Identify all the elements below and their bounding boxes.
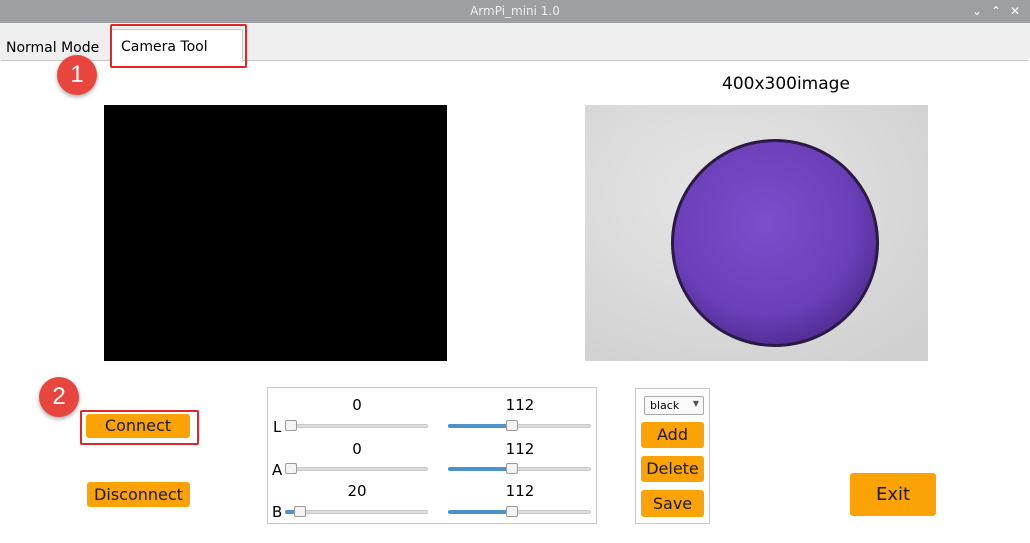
delete-button[interactable]: Delete [641,456,704,482]
maximize-icon[interactable]: ⌃ [989,3,1003,19]
save-button[interactable]: Save [641,490,704,517]
preview-image [585,105,928,361]
l-min-slider-handle[interactable] [285,420,297,431]
color-select-value: black [650,399,680,412]
step-2-badge: 2 [39,377,79,417]
preview-title: 400x300image [722,74,850,94]
l-max-slider-fill [448,424,508,428]
camera-tool-highlight [110,24,247,68]
l-label: L [273,418,282,436]
b-min-slider-handle[interactable] [294,506,306,517]
a-max-slider-handle[interactable] [506,463,518,474]
window-titlebar: ArmPi_mini 1.0 ⌄ ⌃ ✕ [0,0,1030,23]
b-max-slider-fill [448,510,508,514]
l-max-slider-handle[interactable] [506,420,518,431]
a-min-value: 0 [352,440,362,458]
add-button[interactable]: Add [641,422,704,448]
l-min-slider[interactable] [285,424,428,428]
l-max-value: 112 [505,396,535,414]
purple-ball-image [585,105,928,361]
tab-normal-mode[interactable]: Normal Mode [6,40,99,56]
window-title: ArmPi_mini 1.0 [470,4,560,18]
camera-feed [104,105,447,361]
a-min-slider[interactable] [285,467,428,471]
a-max-value: 112 [505,440,535,458]
a-max-slider-fill [448,467,508,471]
a-label: A [272,461,283,479]
b-max-value: 112 [505,482,535,500]
color-select[interactable]: black ▼ [644,396,704,415]
minimize-icon[interactable]: ⌄ [970,3,984,19]
b-label: B [272,503,283,521]
b-min-slider[interactable] [285,510,428,514]
disconnect-button[interactable]: Disconnect [87,482,190,507]
chevron-down-icon: ▼ [692,399,699,408]
exit-button[interactable]: Exit [850,473,936,516]
l-min-value: 0 [352,396,362,414]
b-min-value: 20 [347,482,367,500]
close-icon[interactable]: ✕ [1008,3,1022,19]
a-min-slider-handle[interactable] [285,463,297,474]
step-1-badge: 1 [57,55,97,95]
b-max-slider-handle[interactable] [506,506,518,517]
connect-button[interactable]: Connect [86,414,190,438]
